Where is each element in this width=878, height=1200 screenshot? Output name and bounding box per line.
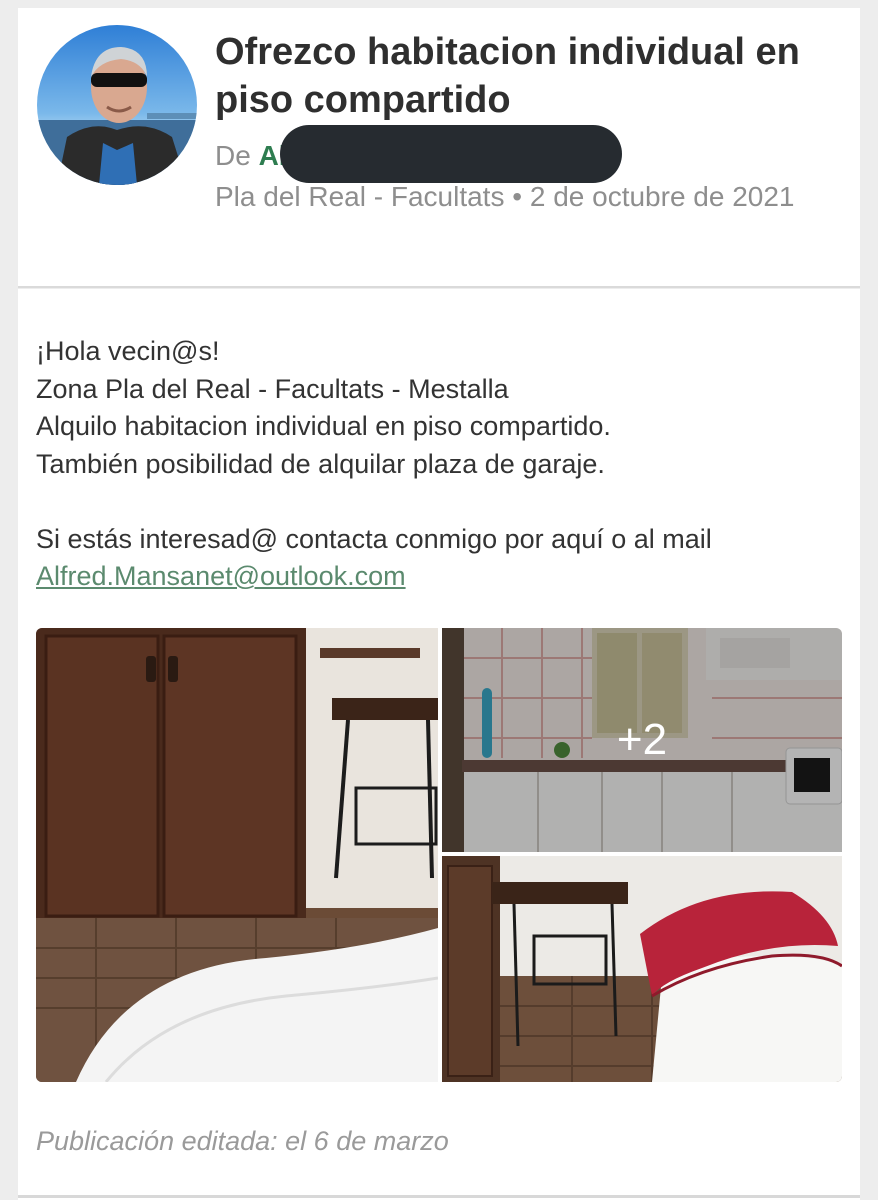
post-header: Ofrezco habitacion individual en piso co… xyxy=(18,8,860,288)
edited-note: Publicación editada: el 6 de marzo xyxy=(36,1126,449,1156)
post-location[interactable]: Pla del Real - Facultats xyxy=(215,181,504,212)
photo-bed[interactable] xyxy=(442,856,842,1082)
post-body: ¡Hola vecin@s! Zona Pla del Real - Facul… xyxy=(18,289,860,1200)
photo-gallery: +2 xyxy=(36,628,842,1082)
body-line: ¡Hola vecin@s! xyxy=(36,336,220,366)
meta-separator: • xyxy=(504,181,530,212)
author-line: De Al xyxy=(215,138,287,174)
divider xyxy=(18,1195,860,1198)
bedroom-wardrobe-photo xyxy=(36,628,438,1082)
body-line: Alquilo habitacion individual en piso co… xyxy=(36,411,611,441)
email-link[interactable]: Alfred.Mansanet@outlook.com xyxy=(36,561,406,591)
bed-photo xyxy=(442,856,842,1082)
photo-bedroom-wardrobe[interactable] xyxy=(36,628,438,1082)
page: Ofrezco habitacion individual en piso co… xyxy=(0,0,878,1200)
post-date: 2 de octubre de 2021 xyxy=(529,181,795,212)
redaction-bar xyxy=(280,125,622,183)
body-line: También posibilidad de alquilar plaza de… xyxy=(36,448,605,479)
post-text: ¡Hola vecin@s! Zona Pla del Real - Facul… xyxy=(36,333,846,596)
contact-line: Si estás interesad@ contacta conmigo por… xyxy=(36,523,712,554)
body-line: Zona Pla del Real - Facultats - Mestalla xyxy=(36,373,509,404)
author-prefix: De xyxy=(215,140,251,171)
more-photos-overlay[interactable]: +2 xyxy=(442,628,842,852)
photo-kitchen[interactable]: +2 xyxy=(442,628,842,852)
post-meta: Pla del Real - Facultats • 2 de octubre … xyxy=(215,178,835,216)
author-avatar[interactable] xyxy=(37,25,197,185)
post-title: Ofrezco habitacion individual en piso co… xyxy=(215,31,800,121)
